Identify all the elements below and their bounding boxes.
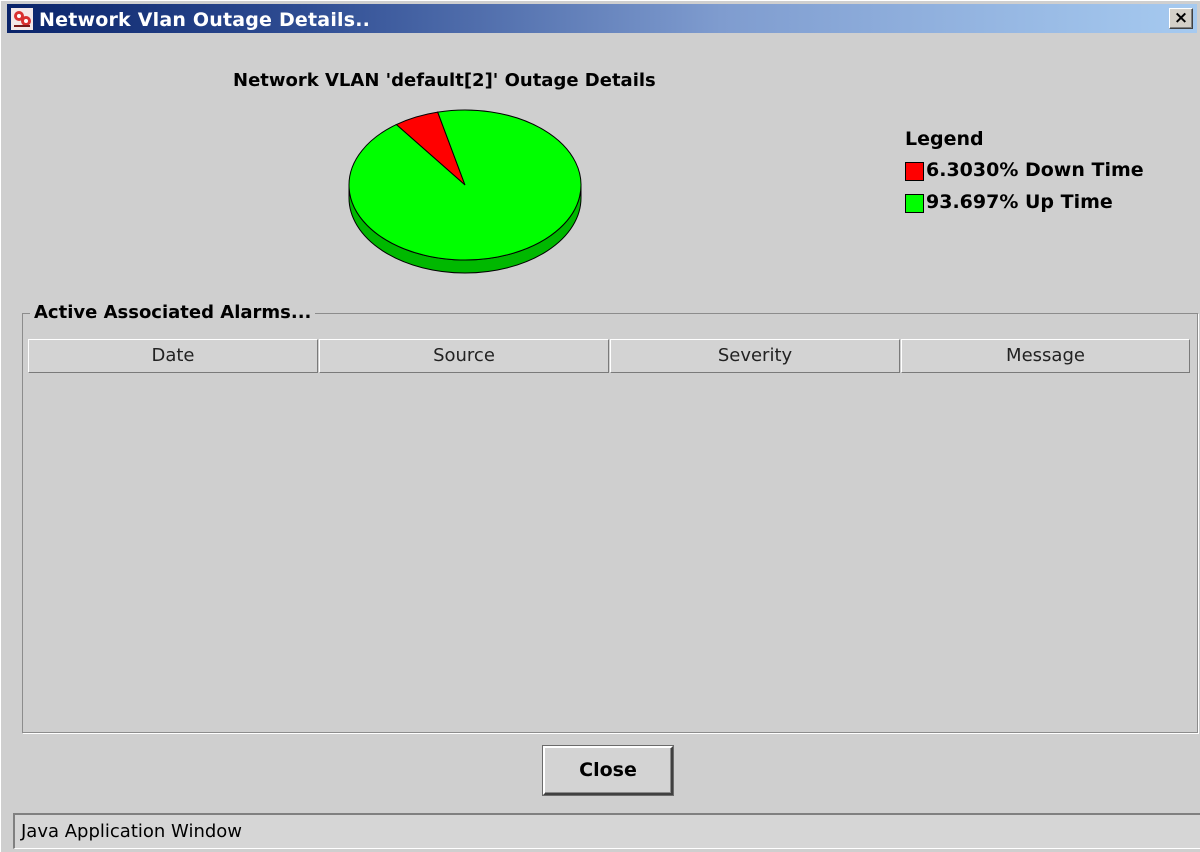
chart-legend: Legend 6.3030% Down Time 93.697% Up Time bbox=[905, 128, 1144, 222]
close-button[interactable]: Close bbox=[543, 746, 673, 795]
outage-pie-chart bbox=[348, 109, 582, 274]
outage-details-window: Network Vlan Outage Details.. × Network … bbox=[0, 0, 1200, 852]
legend-swatch-up-time bbox=[905, 194, 924, 213]
legend-swatch-down-time bbox=[905, 162, 924, 181]
legend-item-up-time: 93.697% Up Time bbox=[905, 190, 1113, 222]
alarms-panel bbox=[22, 313, 1198, 733]
close-icon[interactable]: × bbox=[1169, 8, 1193, 29]
legend-label-down-time: 6.3030% Down Time bbox=[926, 159, 1144, 181]
alarms-table-header: Date Source Severity Message bbox=[28, 339, 1190, 373]
pie-slice-up-time bbox=[348, 109, 582, 261]
network-app-icon bbox=[11, 8, 33, 30]
legend-item-down-time: 6.3030% Down Time bbox=[905, 158, 1144, 190]
legend-label-up-time: 93.697% Up Time bbox=[926, 191, 1113, 213]
chart-title: Network VLAN 'default[2]' Outage Details bbox=[233, 70, 656, 91]
title-bar[interactable]: Network Vlan Outage Details.. × bbox=[7, 4, 1197, 33]
status-bar: Java Application Window bbox=[13, 813, 1200, 849]
alarms-section-title: Active Associated Alarms... bbox=[30, 302, 316, 323]
window-title: Network Vlan Outage Details.. bbox=[39, 9, 371, 31]
column-header-date[interactable]: Date bbox=[28, 339, 318, 373]
column-header-source[interactable]: Source bbox=[319, 339, 609, 373]
column-header-severity[interactable]: Severity bbox=[610, 339, 900, 373]
column-header-message[interactable]: Message bbox=[901, 339, 1190, 373]
legend-title: Legend bbox=[905, 128, 984, 150]
